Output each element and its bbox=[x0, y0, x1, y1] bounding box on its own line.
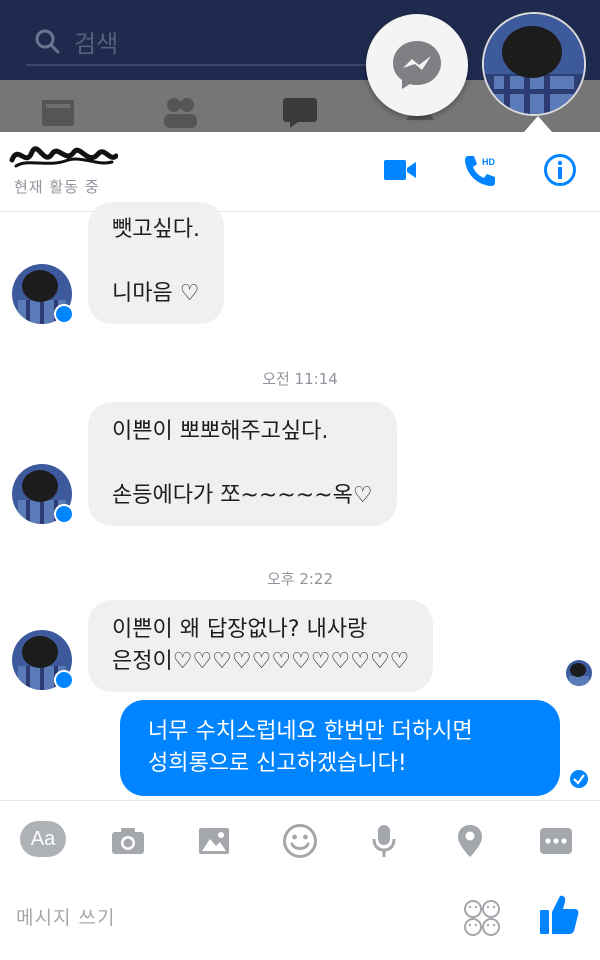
video-call-icon bbox=[384, 160, 416, 180]
messenger-badge-icon bbox=[54, 504, 74, 524]
messenger-chat-head-button[interactable] bbox=[366, 14, 468, 116]
camera-icon bbox=[112, 828, 144, 854]
search-placeholder: 검색 bbox=[74, 30, 119, 58]
incoming-message-bubble[interactable]: 뺏고싶다. 니마음 ♡ bbox=[88, 202, 224, 324]
microphone-icon bbox=[372, 825, 396, 857]
chat-header: 현재 활동 중 HD bbox=[0, 132, 600, 212]
video-call-button[interactable] bbox=[380, 150, 420, 190]
chat-head-pointer bbox=[524, 116, 552, 132]
messenger-icon bbox=[393, 41, 441, 89]
delivered-check-icon bbox=[568, 768, 590, 790]
stickers-button[interactable] bbox=[462, 898, 502, 938]
hd-voice-call-button[interactable]: HD bbox=[460, 150, 500, 190]
messenger-badge-icon bbox=[54, 304, 74, 324]
location-icon bbox=[458, 825, 482, 857]
contact-active-status: 현재 활동 중 bbox=[14, 178, 100, 196]
news-feed-icon bbox=[42, 100, 74, 126]
composer-toolbar: Aa bbox=[0, 800, 600, 878]
svg-text:HD: HD bbox=[482, 157, 495, 167]
voice-record-button[interactable] bbox=[362, 819, 406, 863]
avatar-image bbox=[566, 660, 592, 686]
info-icon bbox=[544, 154, 576, 186]
location-button[interactable] bbox=[448, 819, 492, 863]
gallery-icon bbox=[199, 828, 229, 854]
more-button[interactable] bbox=[534, 819, 578, 863]
message-timestamp: 오전 11:14 bbox=[262, 370, 338, 388]
hd-voice-call-icon: HD bbox=[465, 156, 495, 186]
emoji-icon bbox=[283, 824, 317, 858]
more-icon bbox=[540, 828, 572, 854]
outgoing-message-bubble[interactable]: 너무 수치스럽네요 한번만 더하시면 성희롱으로 신고하겠습니다! bbox=[120, 700, 560, 796]
contact-avatar-large[interactable] bbox=[482, 12, 586, 116]
incoming-message-bubble[interactable]: 이쁜이 뽀뽀해주고싶다. 손등에다가 쪼~~~~~옥♡ bbox=[88, 402, 397, 526]
message-timestamp: 오후 2:22 bbox=[266, 570, 334, 588]
stickers-icon bbox=[464, 900, 500, 936]
chat-sheet: 현재 활동 중 HD 뺏고싶다. 니마음 ♡ 오전 11:14 이쁜이 뽀뽀해주… bbox=[0, 132, 600, 960]
avatar-image bbox=[484, 14, 584, 114]
messages-icon bbox=[283, 98, 317, 128]
search-icon bbox=[35, 29, 60, 54]
incoming-message-bubble[interactable]: 이쁜이 왜 답장없나? 내사랑 은정이♡♡♡♡♡♡♡♡♡♡♡♡ bbox=[88, 600, 434, 692]
redacted-contact-name bbox=[9, 146, 118, 168]
friends-icon bbox=[164, 98, 197, 128]
messenger-badge-icon bbox=[54, 670, 74, 690]
seen-indicator-avatar bbox=[566, 660, 592, 686]
emoji-button[interactable] bbox=[278, 819, 322, 863]
gallery-button[interactable] bbox=[192, 819, 236, 863]
info-button[interactable] bbox=[540, 150, 580, 190]
camera-button[interactable] bbox=[106, 819, 150, 863]
text-style-button[interactable]: Aa bbox=[20, 821, 66, 857]
message-input[interactable] bbox=[16, 896, 436, 940]
thumbs-up-icon bbox=[540, 895, 579, 934]
message-input-row bbox=[0, 878, 600, 960]
like-button[interactable] bbox=[538, 892, 582, 938]
